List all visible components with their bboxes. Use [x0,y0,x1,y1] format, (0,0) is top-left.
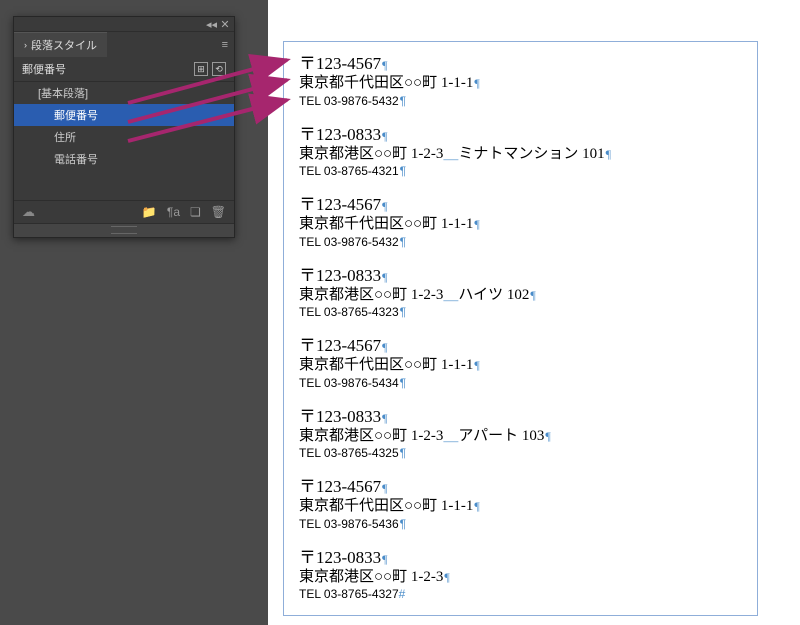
panel-tab-row: › 段落スタイル ≡ [14,32,234,57]
address-record: 〒123-4567¶東京都千代田区○○町 1-1-1¶TEL 03-9876-5… [299,190,742,249]
telephone-line[interactable]: TEL 03-8765-4325¶ [299,446,742,460]
panel-footer: ☁ 📁 ¶a ❏ 🗑 [14,200,234,223]
trash-icon[interactable]: 🗑 [211,205,226,219]
telephone-line[interactable]: TEL 03-8765-4327# [299,587,742,601]
text-frame[interactable]: 〒123-4567¶東京都千代田区○○町 1-1-1¶TEL 03-9876-5… [283,41,758,616]
address-record: 〒123-0833¶東京都港区○○町 1-2-3＿アパート 103¶TEL 03… [299,402,742,461]
collapse-icon[interactable]: ◂◂ [206,18,216,31]
address-record: 〒123-4567¶東京都千代田区○○町 1-1-1¶TEL 03-9876-5… [299,49,742,108]
panel-tab[interactable]: › 段落スタイル [14,32,107,57]
clear-overrides-icon[interactable]: ⟲ [212,62,226,76]
postal-code[interactable]: 〒123-0833¶ [299,261,742,286]
cloud-icon[interactable]: ☁ [22,204,35,220]
paragraph-styles-panel: ◂◂ ✕ › 段落スタイル ≡ 郵便番号 ⊞ ⟲ [基本段落]郵便番号住所電話番… [13,16,235,238]
telephone-line[interactable]: TEL 03-9876-5432¶ [299,94,742,108]
address-line[interactable]: 東京都千代田区○○町 1-1-1¶ [299,74,742,94]
new-style-icon[interactable]: ❏ [190,205,201,219]
postal-code[interactable]: 〒123-0833¶ [299,543,742,568]
panel-menu-icon[interactable]: ≡ [216,39,234,51]
address-line[interactable]: 東京都千代田区○○町 1-1-1¶ [299,356,742,376]
style-item-3[interactable]: 電話番号 [14,148,234,170]
postal-code[interactable]: 〒123-4567¶ [299,331,742,356]
clear-overrides-foot-icon[interactable]: ¶a [167,205,180,219]
chevron-icon: › [24,40,27,50]
applied-style-name: 郵便番号 [22,61,190,77]
postal-code[interactable]: 〒123-4567¶ [299,49,742,74]
address-line[interactable]: 東京都港区○○町 1-2-3¶ [299,568,742,588]
new-style-group-icon[interactable]: ⊞ [194,62,208,76]
telephone-line[interactable]: TEL 03-8765-4321¶ [299,164,742,178]
applied-style-row: 郵便番号 ⊞ ⟲ [14,57,234,82]
telephone-line[interactable]: TEL 03-9876-5436¶ [299,517,742,531]
address-record: 〒123-4567¶東京都千代田区○○町 1-1-1¶TEL 03-9876-5… [299,472,742,531]
address-line[interactable]: 東京都千代田区○○町 1-1-1¶ [299,497,742,517]
panel-resize-grip[interactable] [14,223,234,237]
address-line[interactable]: 東京都港区○○町 1-2-3＿ミナトマンション 101¶ [299,145,742,165]
address-line[interactable]: 東京都港区○○町 1-2-3＿アパート 103¶ [299,427,742,447]
address-line[interactable]: 東京都港区○○町 1-2-3＿ハイツ 102¶ [299,286,742,306]
telephone-line[interactable]: TEL 03-8765-4323¶ [299,305,742,319]
close-icon[interactable]: ✕ [220,18,230,31]
telephone-line[interactable]: TEL 03-9876-5432¶ [299,235,742,249]
postal-code[interactable]: 〒123-4567¶ [299,190,742,215]
address-record: 〒123-4567¶東京都千代田区○○町 1-1-1¶TEL 03-9876-5… [299,331,742,390]
folder-icon[interactable]: 📁 [142,205,157,219]
address-record: 〒123-0833¶東京都港区○○町 1-2-3＿ミナトマンション 101¶TE… [299,120,742,179]
address-record: 〒123-0833¶東京都港区○○町 1-2-3＿ハイツ 102¶TEL 03-… [299,261,742,320]
style-item-1[interactable]: 郵便番号 [14,104,234,126]
style-item-0[interactable]: [基本段落] [14,82,234,104]
address-record: 〒123-0833¶東京都港区○○町 1-2-3¶TEL 03-8765-432… [299,543,742,602]
telephone-line[interactable]: TEL 03-9876-5434¶ [299,376,742,390]
panel-tab-label: 段落スタイル [31,37,97,53]
panel-titlebar[interactable]: ◂◂ ✕ [14,17,234,32]
postal-code[interactable]: 〒123-0833¶ [299,402,742,427]
postal-code[interactable]: 〒123-0833¶ [299,120,742,145]
address-line[interactable]: 東京都千代田区○○町 1-1-1¶ [299,215,742,235]
style-list: [基本段落]郵便番号住所電話番号 [14,82,234,170]
style-item-2[interactable]: 住所 [14,126,234,148]
postal-code[interactable]: 〒123-4567¶ [299,472,742,497]
